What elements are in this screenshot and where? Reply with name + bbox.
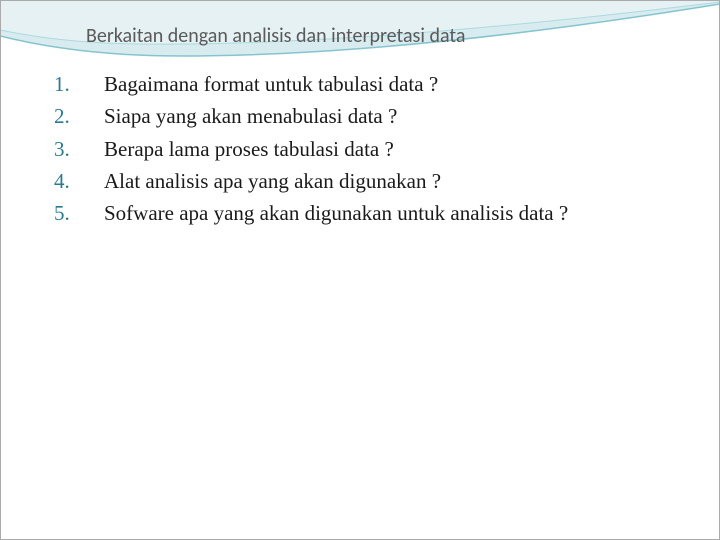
item-text: Sofware apa yang akan digunakan untuk an… xyxy=(104,199,672,227)
list-item: 5. Sofware apa yang akan digunakan untuk… xyxy=(48,199,672,227)
list-item: 3. Berapa lama proses tabulasi data ? xyxy=(48,135,672,163)
item-text: Berapa lama proses tabulasi data ? xyxy=(104,135,672,163)
item-number: 4. xyxy=(48,167,104,195)
item-number: 3. xyxy=(48,135,104,163)
slide-title: Berkaitan dengan analisis dan interpreta… xyxy=(86,24,672,48)
item-number: 1. xyxy=(48,70,104,98)
list-item: 4. Alat analisis apa yang akan digunakan… xyxy=(48,167,672,195)
list-item: 1. Bagaimana format untuk tabulasi data … xyxy=(48,70,672,98)
numbered-list: 1. Bagaimana format untuk tabulasi data … xyxy=(48,70,672,228)
item-text: Alat analisis apa yang akan digunakan ? xyxy=(104,167,672,195)
item-number: 2. xyxy=(48,102,104,130)
item-text: Siapa yang akan menabulasi data ? xyxy=(104,102,672,130)
item-text: Bagaimana format untuk tabulasi data ? xyxy=(104,70,672,98)
item-number: 5. xyxy=(48,199,104,227)
slide-content: Berkaitan dengan analisis dan interpreta… xyxy=(0,0,720,228)
list-item: 2. Siapa yang akan menabulasi data ? xyxy=(48,102,672,130)
